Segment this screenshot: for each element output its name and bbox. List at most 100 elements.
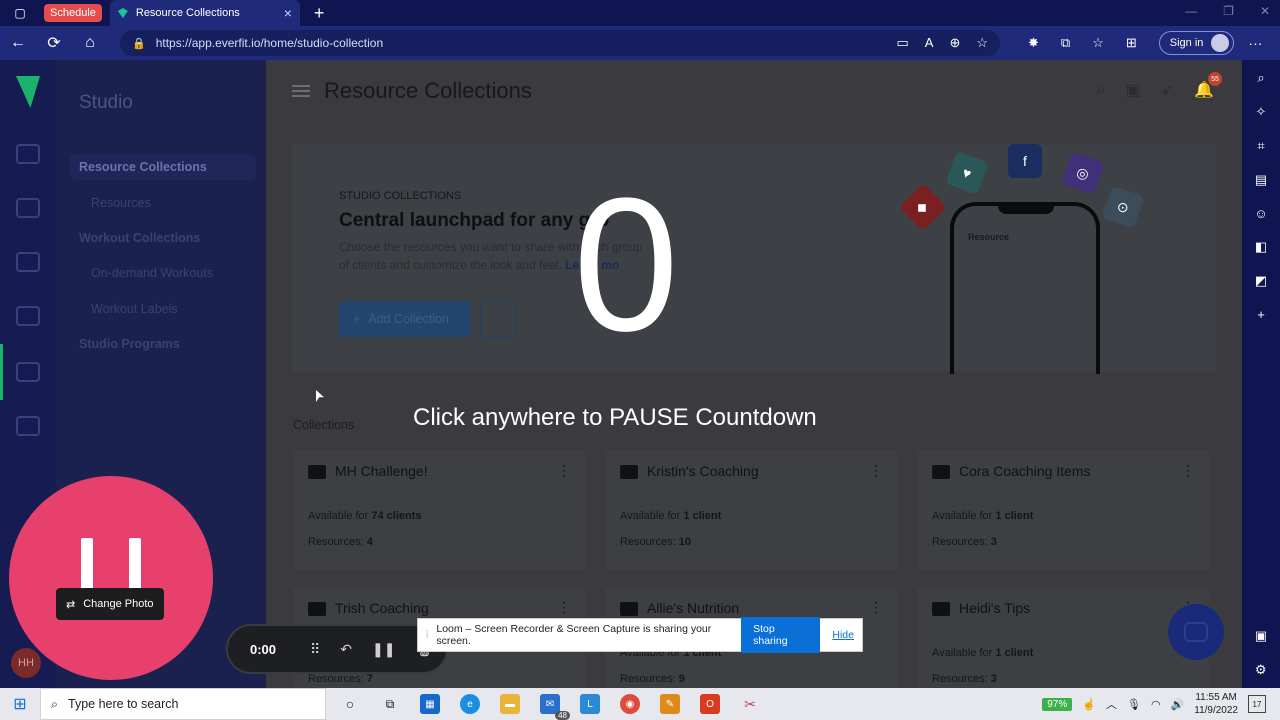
pause-bar-icon (81, 538, 93, 594)
more-options-icon[interactable]: ⋮ (1181, 462, 1195, 479)
pause-countdown-text[interactable]: Click anywhere to PAUSE Countdown (413, 404, 817, 432)
more-options-icon[interactable]: ⋮ (557, 462, 571, 479)
taskbar-clock[interactable]: 11:55 AM 11/9/2022 (1194, 691, 1238, 717)
countdown-number[interactable]: 0 (566, 170, 686, 360)
stop-sharing-button[interactable]: Stop sharing (741, 617, 821, 653)
more-options-icon[interactable]: ⋮ (869, 599, 883, 616)
restart-icon[interactable]: ↶ (340, 641, 352, 658)
settings-gear-icon[interactable]: ⚙ (1255, 662, 1267, 678)
close-window-icon[interactable]: ✕ (1260, 4, 1270, 18)
task-view-icon[interactable]: ⧉ (380, 694, 400, 714)
collections-icon[interactable]: ⊞ (1126, 35, 1137, 51)
drag-handle-icon[interactable]: ⠿ (310, 641, 320, 658)
chevron-up-icon[interactable]: ︿ (1106, 696, 1117, 712)
search-icon[interactable]: ⌕ (1257, 70, 1264, 86)
url-field[interactable]: 🔒 https://app.everfit.io/home/studio-col… (120, 30, 1000, 56)
collection-name: Heidi's Tips (959, 600, 1031, 616)
sidebar-item-studio-programs[interactable]: Studio Programs (79, 337, 180, 351)
schedule-tab-pill[interactable]: Schedule (44, 4, 102, 22)
packages-icon[interactable] (16, 416, 40, 436)
l-app-icon[interactable]: L (580, 694, 600, 714)
camera-icon[interactable]: ▭ (896, 35, 908, 51)
chrome-icon[interactable]: ◉ (620, 694, 640, 714)
resources-prefix: Resources: (308, 673, 367, 685)
pause-icon[interactable]: ❚❚ (372, 641, 395, 658)
minimize-icon[interactable]: — (1185, 4, 1197, 18)
outlook-icon[interactable]: ◩ (1255, 273, 1267, 289)
library-icon[interactable] (16, 198, 40, 218)
resources-prefix: Resources: (620, 536, 679, 548)
touch-icon[interactable]: ☝ (1082, 698, 1096, 711)
loom-camera-bubble[interactable]: ⇄ Change Photo (9, 476, 213, 680)
pen-app-icon[interactable]: ✎ (660, 694, 680, 714)
collection-card[interactable]: MH Challenge! ⋮ Available for 74 clients… (293, 450, 585, 570)
mail-icon[interactable]: ✉ 48 (540, 694, 570, 720)
refresh-icon[interactable]: ⟳ (36, 33, 72, 53)
zoom-icon[interactable]: ⊕ (949, 35, 960, 51)
sidebar-item-workout-labels[interactable]: Workout Labels (91, 302, 178, 316)
menu-toggle-icon[interactable] (292, 85, 310, 97)
favorites-icon[interactable]: ☆ (1092, 35, 1104, 51)
bell-icon[interactable]: 🔔 55 (1194, 72, 1222, 100)
workout-icon[interactable] (16, 306, 40, 326)
taskbar-search-field[interactable]: ⌕ Type here to search (40, 688, 326, 720)
tools-icon[interactable]: ▤ (1255, 172, 1267, 188)
rocket-icon[interactable]: ➶ (1161, 80, 1174, 100)
favorite-icon[interactable]: ☆ (976, 35, 988, 51)
close-tab-icon[interactable]: × (284, 5, 292, 21)
sidebar-item-resources[interactable]: Resources (91, 196, 151, 210)
sidebar-item-workout-collections[interactable]: Workout Collections (79, 231, 200, 245)
discover-icon[interactable]: ✧ (1256, 104, 1267, 120)
add-collection-button[interactable]: + Add Collection (339, 301, 471, 337)
store-icon[interactable]: ▦ (420, 694, 440, 714)
grip-icon[interactable]: ⦙ (426, 629, 428, 642)
collection-name: Allie's Nutrition (647, 600, 740, 616)
everfit-logo[interactable] (16, 76, 40, 108)
sidebar-item-resource-collections[interactable]: Resource Collections (70, 154, 256, 180)
people-icon[interactable]: ☺ (1254, 206, 1267, 221)
tab-actions-icon[interactable]: ▢ (0, 0, 40, 26)
new-tab-icon[interactable]: + (314, 3, 325, 24)
studio-icon[interactable] (16, 362, 40, 382)
office-icon[interactable]: ◧ (1255, 239, 1267, 255)
resources-value: 4 (366, 536, 373, 548)
battery-indicator[interactable]: 97% (1042, 697, 1073, 711)
home-icon[interactable]: ⌂ (72, 34, 108, 52)
extensions-icon[interactable]: ⧉ (1061, 35, 1070, 51)
add-icon[interactable]: + (1257, 307, 1265, 322)
extension-icon[interactable]: ✸ (1028, 35, 1039, 51)
edge-icon[interactable]: e (460, 694, 480, 714)
more-menu-icon[interactable]: ··· (1248, 35, 1262, 51)
more-options-icon[interactable]: ⋮ (869, 462, 883, 479)
office-icon[interactable]: O (700, 694, 720, 714)
windows-start-icon[interactable]: ⊞ (0, 694, 40, 714)
search-icon[interactable]: ⌕ (1097, 81, 1106, 99)
read-aloud-icon[interactable]: A (925, 35, 934, 51)
maximize-icon[interactable]: ❐ (1223, 4, 1234, 18)
snip-tool-icon[interactable]: ✂ (740, 694, 760, 714)
tab-resource-collections[interactable]: Resource Collections × (109, 0, 300, 26)
volume-icon[interactable]: 🔊 (1171, 698, 1185, 711)
clients-icon[interactable] (16, 144, 40, 164)
microphone-icon[interactable]: 🎙 (1127, 698, 1141, 711)
collection-card[interactable]: Heidi's Tips ⋮ Available for 1 client Re… (917, 587, 1209, 688)
user-avatar[interactable]: HH (11, 648, 41, 678)
change-photo-button[interactable]: ⇄ Change Photo (56, 588, 164, 620)
shopping-tag-icon[interactable]: ⌗ (1257, 138, 1264, 154)
collection-card[interactable]: Cora Coaching Items ⋮ Available for 1 cl… (917, 450, 1209, 570)
more-options-icon[interactable]: ⋮ (557, 599, 571, 616)
back-icon[interactable]: ← (0, 34, 36, 52)
file-explorer-icon[interactable]: ▬ (500, 694, 520, 714)
chat-launcher-button[interactable] (1168, 604, 1224, 660)
notification-center-icon[interactable]: 17 (1248, 695, 1266, 713)
sidebar-item-on-demand-workouts[interactable]: On-demand Workouts (91, 266, 213, 280)
wifi-icon[interactable]: ◠ (1151, 698, 1161, 711)
hide-link[interactable]: Hide (832, 629, 854, 641)
sidebar-toggle-icon[interactable]: ▣ (1255, 628, 1267, 644)
collection-card[interactable]: Kristin's Coaching ⋮ Available for 1 cli… (605, 450, 897, 570)
task-icon[interactable]: ▣ (1126, 80, 1141, 100)
search-collections-button[interactable]: ⌕ (480, 301, 516, 337)
cortana-icon[interactable]: ○ (340, 694, 360, 714)
sign-in-button[interactable]: Sign in (1158, 31, 1235, 55)
inbox-icon[interactable] (16, 252, 40, 272)
